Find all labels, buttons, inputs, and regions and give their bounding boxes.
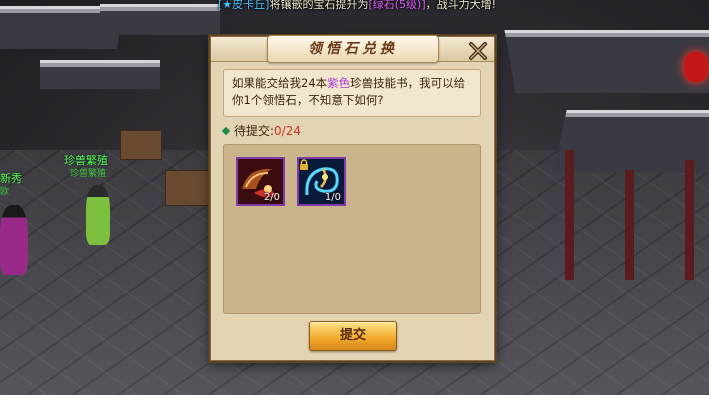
message-text: 如果能交给我24本 xyxy=(232,76,328,90)
lock-icon xyxy=(300,159,308,170)
skill-book-slot[interactable]: 2/0 xyxy=(236,157,285,206)
rooftop xyxy=(504,30,709,93)
broadcast-gem[interactable]: [绿石(5级)] xyxy=(368,0,425,11)
red-lantern xyxy=(684,52,708,82)
dialog-title: 领悟石兑换 xyxy=(308,41,398,57)
npc-character[interactable] xyxy=(86,185,110,245)
broadcast-player[interactable]: [★皮卡丘] xyxy=(218,0,269,11)
pending-submit: 待提交:0/24 xyxy=(221,122,301,139)
broadcast-text: 将镶嵌的宝石提升为 xyxy=(269,0,369,11)
pending-count: 0/24 xyxy=(274,124,301,138)
item-submit-area[interactable]: 2/0 1/0 xyxy=(223,144,481,314)
close-x-icon[interactable] xyxy=(467,40,489,62)
red-pillar xyxy=(565,150,574,280)
item-count: 2/0 xyxy=(263,192,280,203)
rooftop xyxy=(100,4,220,35)
red-pillar xyxy=(625,170,634,280)
message-highlight: 紫色 xyxy=(327,76,351,90)
npc-message-box: 如果能交给我24本紫色珍兽技能书，我可以给你1个领悟石，不知意下如何? xyxy=(223,69,481,117)
npc-message: 如果能交给我24本紫色珍兽技能书，我可以给你1个领悟石，不知意下如何? xyxy=(232,75,472,109)
red-pillar xyxy=(685,160,694,280)
broadcast-text: ，战斗力大增! xyxy=(425,0,497,11)
pending-label: 待提交: xyxy=(234,124,275,138)
submit-button-label: 提交 xyxy=(339,328,366,343)
wooden-crate xyxy=(120,130,162,160)
npc-title: 欧 xyxy=(0,187,10,197)
system-broadcast: [★皮卡丘]将镶嵌的宝石提升为[绿石(5级)]，战斗力大增! xyxy=(218,0,496,12)
diamond-bullet-icon xyxy=(221,126,231,136)
skill-book-slot[interactable]: 1/0 xyxy=(297,157,346,206)
exchange-dialog: 领悟石兑换 如果能交给我24本紫色珍兽技能书，我可以给你1个领悟石，不知意下如何… xyxy=(210,35,495,361)
rooftop xyxy=(40,60,160,89)
wooden-crate xyxy=(165,170,209,206)
submit-button[interactable]: 提交 xyxy=(309,321,397,351)
close-button[interactable] xyxy=(467,40,489,62)
npc-title: 珍兽繁殖 xyxy=(70,169,107,179)
npc-character[interactable] xyxy=(0,205,28,275)
item-count: 1/0 xyxy=(324,192,341,203)
dialog-title-plaque: 领悟石兑换 xyxy=(267,35,439,63)
